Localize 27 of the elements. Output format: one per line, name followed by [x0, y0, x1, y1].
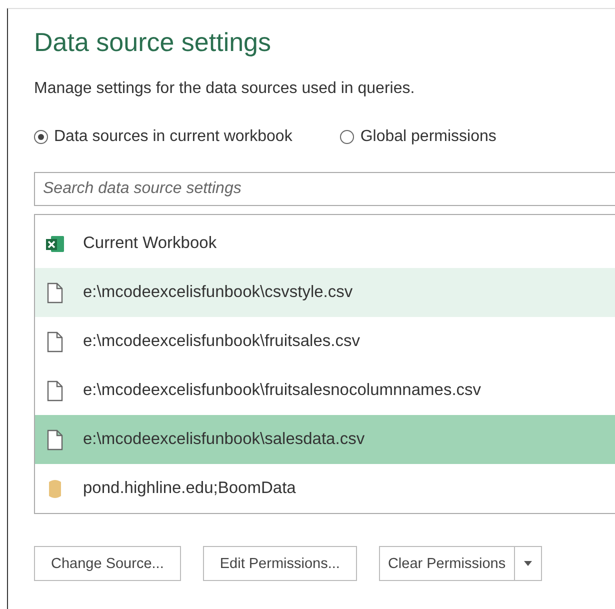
clear-permissions-button[interactable]: Clear Permissions	[378, 546, 514, 581]
document-icon	[45, 428, 65, 450]
source-row[interactable]: e:\mcodeexcelisfunbook\fruitsales.csv	[35, 317, 615, 366]
action-button[interactable]: Edit Permissions...	[202, 546, 357, 581]
radio-icon[interactable]	[340, 130, 354, 144]
action-button[interactable]: Change Source...	[34, 546, 181, 581]
source-path: pond.highline.edu;BoomData	[83, 479, 296, 498]
source-path: e:\mcodeexcelisfunbook\salesdata.csv	[83, 430, 365, 449]
source-path: e:\mcodeexcelisfunbook\fruitsalesnocolumnnames.csv	[83, 381, 482, 400]
description: Manage settings for the data sources used in queries.	[34, 80, 416, 98]
source-row[interactable]: e:\mcodeexcelisfunbook\csvstyle.csv	[35, 268, 615, 317]
document-icon	[45, 380, 65, 402]
document-icon	[45, 282, 65, 304]
dialog-title: Data source settings	[34, 27, 272, 58]
document-icon	[45, 330, 65, 352]
source-row[interactable]: e:\mcodeexcelisfunbook\fruitsalesnocolumnnames.csv	[35, 366, 615, 415]
source-row[interactable]: pond.highline.edu;BoomData	[35, 464, 615, 513]
spreadsheet-icon	[45, 234, 65, 254]
source-path: e:\mcodeexcelisfunbook\csvstyle.csv	[83, 283, 353, 302]
radio-icon[interactable]	[34, 130, 48, 144]
source-row[interactable]: Current Workbook	[35, 219, 615, 268]
search-field[interactable]: Search data source settings	[34, 172, 615, 206]
caret-icon	[524, 561, 532, 566]
source-path: Current Workbook	[83, 234, 217, 253]
source-path: e:\mcodeexcelisfunbook\fruitsales.csv	[83, 332, 360, 351]
source-row[interactable]: e:\mcodeexcelisfunbook\salesdata.csv	[35, 415, 615, 464]
split-button[interactable]: Clear Permissions	[378, 546, 542, 581]
